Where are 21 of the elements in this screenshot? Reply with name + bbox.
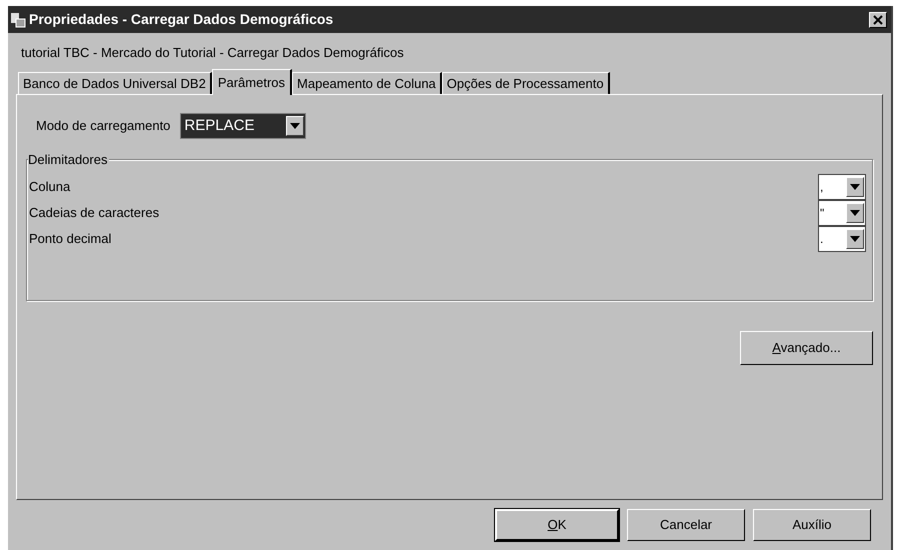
load-mode-dropdown[interactable]: REPLACE [180, 113, 306, 139]
field-label: Ponto decimal [29, 230, 112, 248]
tab[interactable]: Mapeamento de Coluna [292, 72, 442, 94]
tab[interactable]: Opções de Processamento [442, 72, 610, 94]
delimiter-dropdown[interactable]: , [818, 174, 866, 200]
delimiter-dropdown[interactable]: " [818, 200, 866, 226]
field-label: Cadeias de caracteres [29, 204, 160, 222]
dialog-button[interactable]: Cancelar [627, 509, 745, 541]
field-label: Modo de carregamento [36, 117, 170, 136]
advanced-button[interactable]: Avançado... [740, 331, 873, 365]
field-label: Coluna [29, 178, 70, 196]
dialog-button[interactable]: OK [495, 509, 619, 541]
tab[interactable]: Parâmetros [212, 69, 292, 95]
subtitle: tutorial TBC - Mercado do Tutorial - Carregar Dados Demográficos [21, 44, 405, 62]
tab[interactable]: Banco de Dados Universal DB2 [18, 72, 212, 94]
delimiter-dropdown[interactable]: . [818, 226, 866, 252]
window-title: Propriedades - Carregar Dados Demográficos [29, 10, 334, 29]
app-icon [10, 12, 26, 28]
close-button[interactable] [869, 12, 887, 28]
dialog-button[interactable]: Auxílio [753, 509, 871, 541]
close-icon [873, 14, 883, 24]
